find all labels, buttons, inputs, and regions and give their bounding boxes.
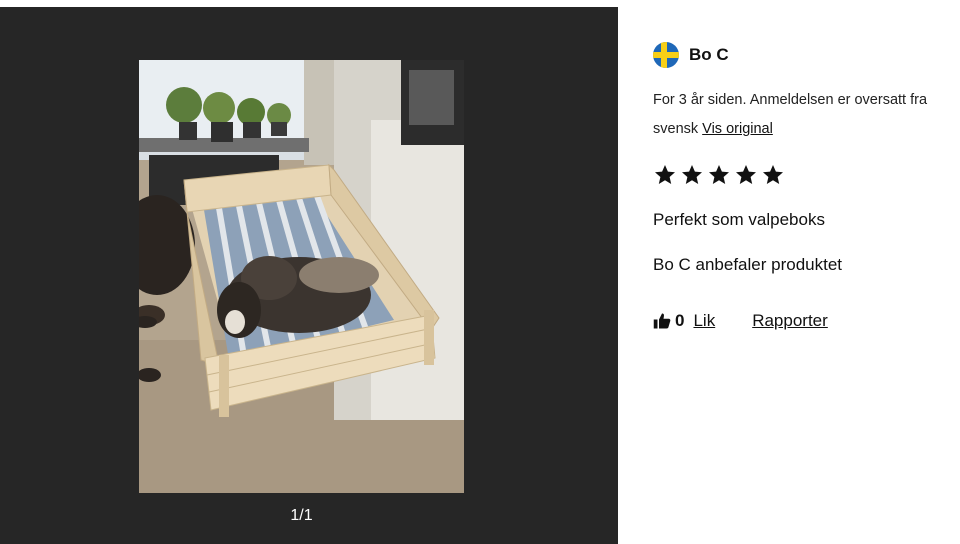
sweden-flag-icon — [653, 42, 679, 68]
review-summary: Perfekt som valpeboks — [653, 210, 825, 229]
reviewer-name: Bo C — [689, 45, 729, 64]
star-icon — [763, 165, 783, 184]
star-icon — [682, 165, 702, 184]
star-icon — [736, 165, 756, 184]
view-original-link[interactable]: Vis original — [702, 121, 773, 137]
reviewer-header: Bo C — [653, 42, 729, 68]
review-panel: Bo C For 3 år siden. Anmeldelsen er over… — [618, 7, 960, 544]
like-count: 0 — [675, 311, 685, 330]
star-rating — [653, 163, 785, 187]
review-actions: 0 Lik Rapporter — [653, 311, 828, 331]
image-counter: 1/1 — [290, 507, 313, 524]
like-button[interactable]: Lik — [693, 311, 715, 331]
image-gallery: 1/1 — [0, 7, 618, 544]
review-time-text: For 3 år siden. Anmeldelsen er oversatt … — [653, 92, 928, 137]
top-strip — [0, 0, 960, 7]
star-icon — [655, 165, 675, 184]
review-photo-illustration — [139, 60, 464, 493]
star-icon — [709, 165, 729, 184]
report-button[interactable]: Rapporter — [752, 311, 828, 331]
review-photo[interactable] — [139, 60, 464, 493]
recommend-text: Bo C anbefaler produktet — [653, 255, 843, 274]
review-meta: For 3 år siden. Anmeldelsen er oversatt … — [653, 86, 953, 144]
thumbs-up-icon[interactable] — [653, 312, 671, 330]
